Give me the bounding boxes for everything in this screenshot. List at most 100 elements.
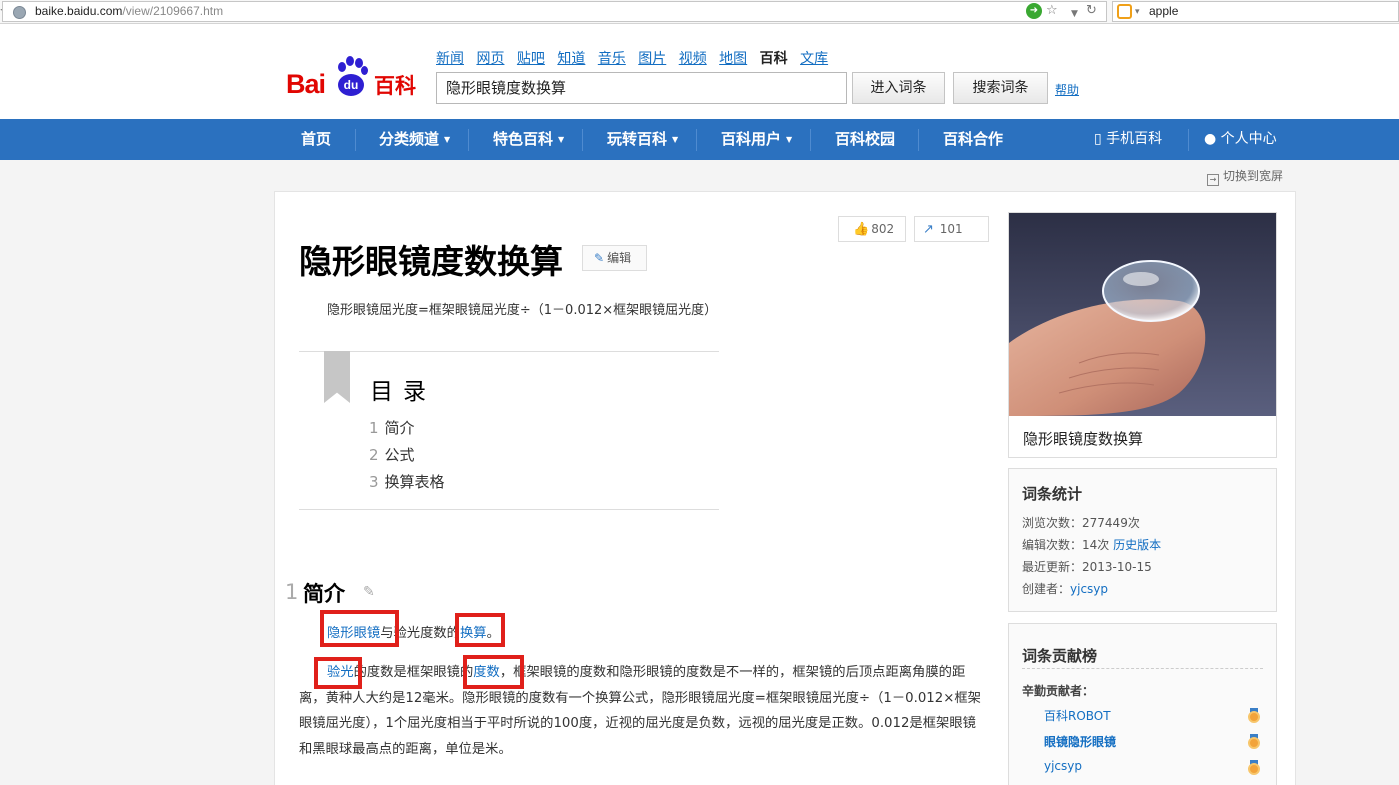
toc-item-label: 换算表格 (384, 473, 445, 491)
logo-du: du (338, 74, 364, 96)
search-engine-icon[interactable] (1117, 4, 1132, 19)
widescreen-icon: → (1207, 174, 1219, 186)
nav-map[interactable]: 地图 (719, 51, 747, 67)
highlight-box (455, 613, 505, 647)
stats-title: 词条统计 (1022, 485, 1083, 503)
intro-paragraph-1: 隐形眼镜与验光度数的换算。 (299, 621, 989, 647)
nav-categories[interactable]: 分类频道 ▼ (379, 119, 450, 160)
nav-users-label: 百科用户 (721, 130, 782, 148)
contact-lens-photo[interactable] (1009, 213, 1276, 416)
logo-latin: Bai (286, 69, 326, 99)
share-count: 101 (939, 222, 963, 236)
nav-music[interactable]: 音乐 (598, 51, 626, 67)
search-engine-dropdown-icon[interactable]: ▾ (1135, 2, 1140, 21)
nav-video[interactable]: 视频 (679, 51, 707, 67)
toc-divider-bottom (299, 509, 719, 510)
entry-image-card[interactable]: 隐形眼镜度数换算 (1008, 212, 1277, 458)
chevron-down-icon: ▼ (786, 135, 793, 144)
edits-value: 14次 (1082, 538, 1110, 552)
search-input[interactable]: 隐形眼镜度数换算 (436, 72, 847, 104)
browser-toolbar: ➜ baike.baidu.com/view/2109667.htm ➜ ☆ ▼… (0, 0, 1399, 24)
highlight-box (320, 610, 399, 647)
updated-stat: 最近更新：2013-10-15 (1022, 558, 1152, 575)
chevron-down-icon: ▼ (672, 135, 679, 144)
product-nav: 新闻 网页 贴吧 知道 音乐 图片 视频 地图 百科 文库 (436, 48, 836, 68)
nav-users[interactable]: 百科用户 ▼ (721, 119, 792, 160)
url-path: /view/2109667.htm (122, 4, 224, 18)
switch-wide-label: 切换到宽屏 (1223, 169, 1284, 183)
nav-campus[interactable]: 百科校园 (835, 119, 895, 160)
medal-icon (1248, 760, 1260, 775)
paw-icon: du (335, 56, 368, 100)
nav-mobile[interactable]: ▯ 手机百科 (1094, 119, 1162, 160)
pencil-icon: ✎ (594, 251, 605, 265)
medal-icon (1248, 734, 1260, 749)
url-host: baike.baidu.com (35, 4, 123, 18)
enter-entry-button[interactable]: 进入词条 (852, 72, 945, 104)
share-button[interactable]: ↗ 101 (914, 216, 989, 242)
nav-wenku[interactable]: 文库 (800, 51, 828, 67)
go-icon[interactable]: ➜ (1026, 3, 1042, 19)
nav-personal[interactable]: ● 个人中心 (1204, 119, 1277, 160)
section-edit-icon[interactable]: ✎ (363, 584, 375, 600)
chevron-down-icon: ▼ (444, 135, 451, 144)
edits-stat: 编辑次数：14次 历史版本 (1022, 536, 1161, 553)
chevron-down-icon: ▼ (558, 135, 565, 144)
article-summary: 隐形眼镜屈光度=框架眼镜屈光度÷（1－0.012×框架眼镜屈光度） (327, 303, 718, 318)
contrib-subtitle: 辛勤贡献者： (1022, 684, 1095, 698)
nav-baike-current[interactable]: 百科 (760, 51, 788, 67)
history-dropdown-icon[interactable]: ▼ (1071, 6, 1078, 22)
updated-label: 最近更新： (1022, 560, 1083, 574)
bookmark-star-icon[interactable]: ☆ (1046, 3, 1058, 19)
reload-icon[interactable]: ↻ (1086, 3, 1097, 19)
medal-icon (1248, 708, 1260, 723)
nav-zhidao[interactable]: 知道 (557, 51, 585, 67)
contributor-link[interactable]: yjcsyp (1044, 759, 1082, 773)
toc-item[interactable]: 2 公式 (369, 444, 415, 465)
views-value: 277449次 (1082, 516, 1140, 530)
like-count: 802 (871, 222, 895, 236)
nav-news[interactable]: 新闻 (436, 51, 464, 67)
creator-stat: 创建者：yjcsyp (1022, 580, 1108, 597)
nav-campus-label: 百科校园 (835, 130, 896, 148)
address-bar[interactable]: baike.baidu.com/view/2109667.htm (2, 1, 1107, 22)
toc-item-num: 3 (369, 473, 379, 491)
contributor-link[interactable]: 百科ROBOT (1044, 707, 1111, 724)
toc-item[interactable]: 1 简介 (369, 417, 415, 438)
page-title: 隐形眼镜度数换算 (299, 242, 563, 281)
browser-search-box[interactable]: ▾ apple (1112, 1, 1399, 22)
section-title: 简介 (303, 582, 345, 606)
help-link[interactable]: 帮助 (1055, 81, 1079, 98)
search-entry-button[interactable]: 搜索词条 (953, 72, 1048, 104)
nav-play[interactable]: 玩转百科 ▼ (607, 119, 678, 160)
updated-value: 2013-10-15 (1082, 560, 1152, 574)
toc-item[interactable]: 3 换算表格 (369, 471, 445, 492)
nav-featured[interactable]: 特色百科 ▼ (493, 119, 564, 160)
nav-home[interactable]: 首页 (301, 119, 331, 160)
creator-link[interactable]: yjcsyp (1070, 582, 1108, 596)
toc-item-num: 1 (369, 419, 379, 437)
edit-label: 编辑 (607, 251, 632, 265)
browser-search-text: apple (1149, 4, 1179, 18)
nav-tieba[interactable]: 贴吧 (517, 51, 545, 67)
nav-home-label: 首页 (301, 130, 332, 148)
contrib-title: 词条贡献榜 (1022, 647, 1098, 665)
edit-button[interactable]: ✎ 编辑 (582, 245, 647, 271)
thumbs-up-icon: 👍 (853, 222, 870, 237)
toc-divider-top (299, 351, 719, 352)
like-button[interactable]: 👍 802 (838, 216, 906, 242)
globe-icon (13, 6, 26, 19)
nav-featured-label: 特色百科 (493, 130, 554, 148)
history-link[interactable]: 历史版本 (1113, 538, 1161, 552)
nav-images[interactable]: 图片 (638, 51, 666, 67)
nav-personal-label: 个人中心 (1220, 131, 1277, 147)
p2-text1: 的度数是框架眼镜的 (353, 665, 474, 680)
toc-item-num: 2 (369, 446, 379, 464)
highlight-box (314, 657, 362, 689)
switch-wide-link[interactable]: → 切换到宽屏 (1207, 167, 1283, 186)
contributors-panel: 词条贡献榜 辛勤贡献者： 百科ROBOT 眼镜隐形眼镜 yjcsyp (1008, 623, 1277, 785)
nav-cooperation[interactable]: 百科合作 (943, 119, 1003, 160)
nav-mobile-label: 手机百科 (1106, 131, 1163, 147)
contributor-link[interactable]: 眼镜隐形眼镜 (1044, 733, 1116, 750)
nav-web[interactable]: 网页 (476, 51, 504, 67)
